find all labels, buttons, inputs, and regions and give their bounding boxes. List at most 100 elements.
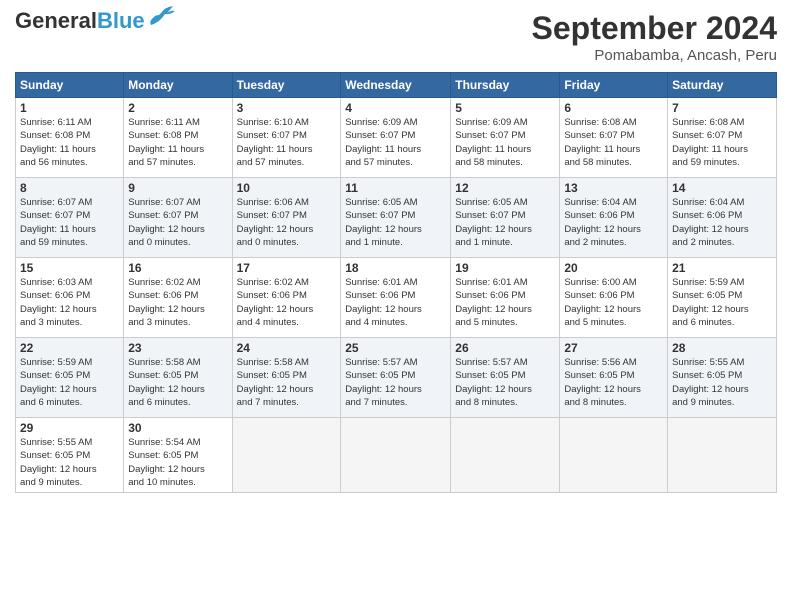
- day-number: 17: [237, 261, 337, 275]
- day-info: Sunrise: 6:02 AM Sunset: 6:06 PM Dayligh…: [128, 276, 227, 329]
- day-info: Sunrise: 5:58 AM Sunset: 6:05 PM Dayligh…: [237, 356, 337, 409]
- calendar-cell: 1Sunrise: 6:11 AM Sunset: 6:08 PM Daylig…: [16, 98, 124, 178]
- day-info: Sunrise: 5:59 AM Sunset: 6:05 PM Dayligh…: [20, 356, 119, 409]
- day-number: 3: [237, 101, 337, 115]
- day-number: 11: [345, 181, 446, 195]
- calendar-cell: 11Sunrise: 6:05 AM Sunset: 6:07 PM Dayli…: [341, 178, 451, 258]
- day-number: 13: [564, 181, 663, 195]
- calendar-day-header: Wednesday: [341, 73, 451, 98]
- calendar-cell: 3Sunrise: 6:10 AM Sunset: 6:07 PM Daylig…: [232, 98, 341, 178]
- day-info: Sunrise: 6:07 AM Sunset: 6:07 PM Dayligh…: [128, 196, 227, 249]
- calendar-week-row: 22Sunrise: 5:59 AM Sunset: 6:05 PM Dayli…: [16, 338, 777, 418]
- day-number: 25: [345, 341, 446, 355]
- day-number: 1: [20, 101, 119, 115]
- day-info: Sunrise: 5:59 AM Sunset: 6:05 PM Dayligh…: [672, 276, 772, 329]
- day-number: 16: [128, 261, 227, 275]
- calendar-day-header: Sunday: [16, 73, 124, 98]
- calendar-week-row: 29Sunrise: 5:55 AM Sunset: 6:05 PM Dayli…: [16, 418, 777, 493]
- day-number: 26: [455, 341, 555, 355]
- calendar-cell: 27Sunrise: 5:56 AM Sunset: 6:05 PM Dayli…: [560, 338, 668, 418]
- logo-text: GeneralBlue: [15, 10, 145, 32]
- day-info: Sunrise: 6:07 AM Sunset: 6:07 PM Dayligh…: [20, 196, 119, 249]
- day-info: Sunrise: 6:01 AM Sunset: 6:06 PM Dayligh…: [455, 276, 555, 329]
- day-info: Sunrise: 5:54 AM Sunset: 6:05 PM Dayligh…: [128, 436, 227, 489]
- calendar-cell: [451, 418, 560, 493]
- logo: GeneralBlue: [15, 10, 175, 32]
- calendar-week-row: 8Sunrise: 6:07 AM Sunset: 6:07 PM Daylig…: [16, 178, 777, 258]
- calendar-cell: 30Sunrise: 5:54 AM Sunset: 6:05 PM Dayli…: [124, 418, 232, 493]
- day-info: Sunrise: 6:11 AM Sunset: 6:08 PM Dayligh…: [128, 116, 227, 169]
- calendar-cell: 12Sunrise: 6:05 AM Sunset: 6:07 PM Dayli…: [451, 178, 560, 258]
- day-number: 14: [672, 181, 772, 195]
- location: Pomabamba, Ancash, Peru: [532, 47, 777, 64]
- day-info: Sunrise: 6:05 AM Sunset: 6:07 PM Dayligh…: [455, 196, 555, 249]
- calendar-cell: [232, 418, 341, 493]
- day-info: Sunrise: 6:05 AM Sunset: 6:07 PM Dayligh…: [345, 196, 446, 249]
- day-number: 12: [455, 181, 555, 195]
- day-number: 9: [128, 181, 227, 195]
- calendar-cell: 22Sunrise: 5:59 AM Sunset: 6:05 PM Dayli…: [16, 338, 124, 418]
- calendar-day-header: Tuesday: [232, 73, 341, 98]
- day-number: 24: [237, 341, 337, 355]
- day-number: 7: [672, 101, 772, 115]
- day-number: 5: [455, 101, 555, 115]
- day-info: Sunrise: 6:00 AM Sunset: 6:06 PM Dayligh…: [564, 276, 663, 329]
- day-number: 28: [672, 341, 772, 355]
- calendar-cell: 13Sunrise: 6:04 AM Sunset: 6:06 PM Dayli…: [560, 178, 668, 258]
- calendar-cell: 23Sunrise: 5:58 AM Sunset: 6:05 PM Dayli…: [124, 338, 232, 418]
- day-number: 29: [20, 421, 119, 435]
- day-number: 10: [237, 181, 337, 195]
- day-info: Sunrise: 6:09 AM Sunset: 6:07 PM Dayligh…: [345, 116, 446, 169]
- day-number: 27: [564, 341, 663, 355]
- day-info: Sunrise: 6:04 AM Sunset: 6:06 PM Dayligh…: [564, 196, 663, 249]
- calendar-cell: 15Sunrise: 6:03 AM Sunset: 6:06 PM Dayli…: [16, 258, 124, 338]
- day-info: Sunrise: 5:55 AM Sunset: 6:05 PM Dayligh…: [20, 436, 119, 489]
- calendar-week-row: 15Sunrise: 6:03 AM Sunset: 6:06 PM Dayli…: [16, 258, 777, 338]
- calendar-cell: 5Sunrise: 6:09 AM Sunset: 6:07 PM Daylig…: [451, 98, 560, 178]
- day-info: Sunrise: 6:09 AM Sunset: 6:07 PM Dayligh…: [455, 116, 555, 169]
- day-number: 30: [128, 421, 227, 435]
- calendar-cell: 21Sunrise: 5:59 AM Sunset: 6:05 PM Dayli…: [668, 258, 777, 338]
- day-info: Sunrise: 6:10 AM Sunset: 6:07 PM Dayligh…: [237, 116, 337, 169]
- calendar-cell: 4Sunrise: 6:09 AM Sunset: 6:07 PM Daylig…: [341, 98, 451, 178]
- calendar-day-header: Thursday: [451, 73, 560, 98]
- day-number: 18: [345, 261, 446, 275]
- day-number: 21: [672, 261, 772, 275]
- calendar-header-row: SundayMondayTuesdayWednesdayThursdayFrid…: [16, 73, 777, 98]
- calendar-cell: 28Sunrise: 5:55 AM Sunset: 6:05 PM Dayli…: [668, 338, 777, 418]
- calendar-cell: 26Sunrise: 5:57 AM Sunset: 6:05 PM Dayli…: [451, 338, 560, 418]
- page-container: GeneralBlue September 2024 Pomabamba, An…: [0, 0, 792, 503]
- day-number: 19: [455, 261, 555, 275]
- page-header: GeneralBlue September 2024 Pomabamba, An…: [15, 10, 777, 64]
- calendar-day-header: Monday: [124, 73, 232, 98]
- calendar-cell: 24Sunrise: 5:58 AM Sunset: 6:05 PM Dayli…: [232, 338, 341, 418]
- calendar-cell: 19Sunrise: 6:01 AM Sunset: 6:06 PM Dayli…: [451, 258, 560, 338]
- day-number: 22: [20, 341, 119, 355]
- month-title: September 2024: [532, 10, 777, 47]
- calendar-cell: 16Sunrise: 6:02 AM Sunset: 6:06 PM Dayli…: [124, 258, 232, 338]
- calendar-cell: 7Sunrise: 6:08 AM Sunset: 6:07 PM Daylig…: [668, 98, 777, 178]
- day-info: Sunrise: 5:58 AM Sunset: 6:05 PM Dayligh…: [128, 356, 227, 409]
- day-info: Sunrise: 6:08 AM Sunset: 6:07 PM Dayligh…: [564, 116, 663, 169]
- day-number: 23: [128, 341, 227, 355]
- day-info: Sunrise: 6:03 AM Sunset: 6:06 PM Dayligh…: [20, 276, 119, 329]
- day-number: 4: [345, 101, 446, 115]
- day-info: Sunrise: 5:57 AM Sunset: 6:05 PM Dayligh…: [345, 356, 446, 409]
- calendar-cell: [341, 418, 451, 493]
- day-info: Sunrise: 5:56 AM Sunset: 6:05 PM Dayligh…: [564, 356, 663, 409]
- calendar-cell: 6Sunrise: 6:08 AM Sunset: 6:07 PM Daylig…: [560, 98, 668, 178]
- day-info: Sunrise: 6:02 AM Sunset: 6:06 PM Dayligh…: [237, 276, 337, 329]
- day-info: Sunrise: 6:04 AM Sunset: 6:06 PM Dayligh…: [672, 196, 772, 249]
- calendar-cell: 2Sunrise: 6:11 AM Sunset: 6:08 PM Daylig…: [124, 98, 232, 178]
- day-info: Sunrise: 5:57 AM Sunset: 6:05 PM Dayligh…: [455, 356, 555, 409]
- calendar-cell: 18Sunrise: 6:01 AM Sunset: 6:06 PM Dayli…: [341, 258, 451, 338]
- calendar-cell: 8Sunrise: 6:07 AM Sunset: 6:07 PM Daylig…: [16, 178, 124, 258]
- calendar-cell: 10Sunrise: 6:06 AM Sunset: 6:07 PM Dayli…: [232, 178, 341, 258]
- calendar-cell: 29Sunrise: 5:55 AM Sunset: 6:05 PM Dayli…: [16, 418, 124, 493]
- calendar-cell: 9Sunrise: 6:07 AM Sunset: 6:07 PM Daylig…: [124, 178, 232, 258]
- calendar-cell: [560, 418, 668, 493]
- day-number: 20: [564, 261, 663, 275]
- logo-bird-icon: [147, 5, 175, 27]
- calendar-table: SundayMondayTuesdayWednesdayThursdayFrid…: [15, 72, 777, 493]
- calendar-day-header: Friday: [560, 73, 668, 98]
